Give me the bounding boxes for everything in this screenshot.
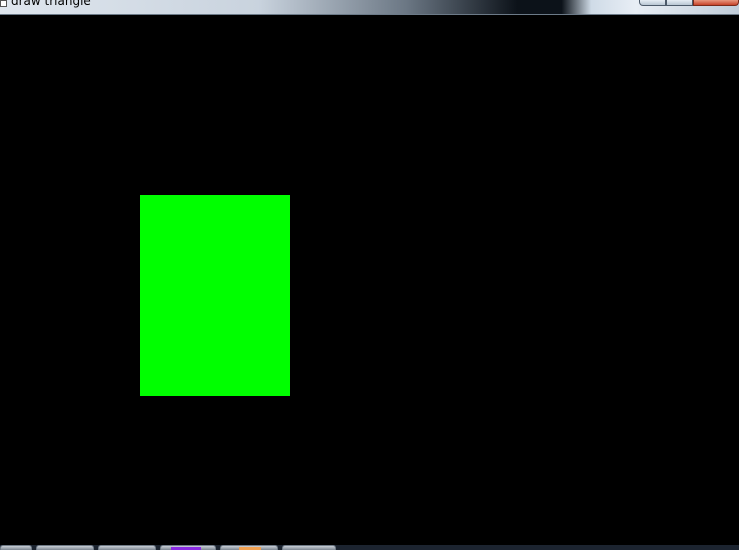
app-icon[interactable]: [0, 0, 7, 7]
taskbar-button-1[interactable]: [0, 545, 32, 550]
drawing-canvas: [0, 15, 739, 545]
title-bar[interactable]: draw triangle: [0, 0, 739, 15]
taskbar-button-4[interactable]: [160, 545, 216, 550]
window-title: draw triangle: [11, 0, 91, 8]
minimize-button[interactable]: [639, 0, 666, 6]
taskbar: [0, 545, 739, 550]
close-button[interactable]: [693, 0, 739, 6]
green-shape: [140, 195, 290, 396]
caption-buttons: [639, 0, 739, 6]
app-window: draw triangle: [0, 0, 739, 550]
taskbar-button-2[interactable]: [36, 545, 94, 550]
taskbar-button-3[interactable]: [98, 545, 156, 550]
taskbar-button-6[interactable]: [282, 545, 336, 550]
maximize-button[interactable]: [666, 0, 693, 6]
taskbar-button-5[interactable]: [220, 545, 278, 550]
